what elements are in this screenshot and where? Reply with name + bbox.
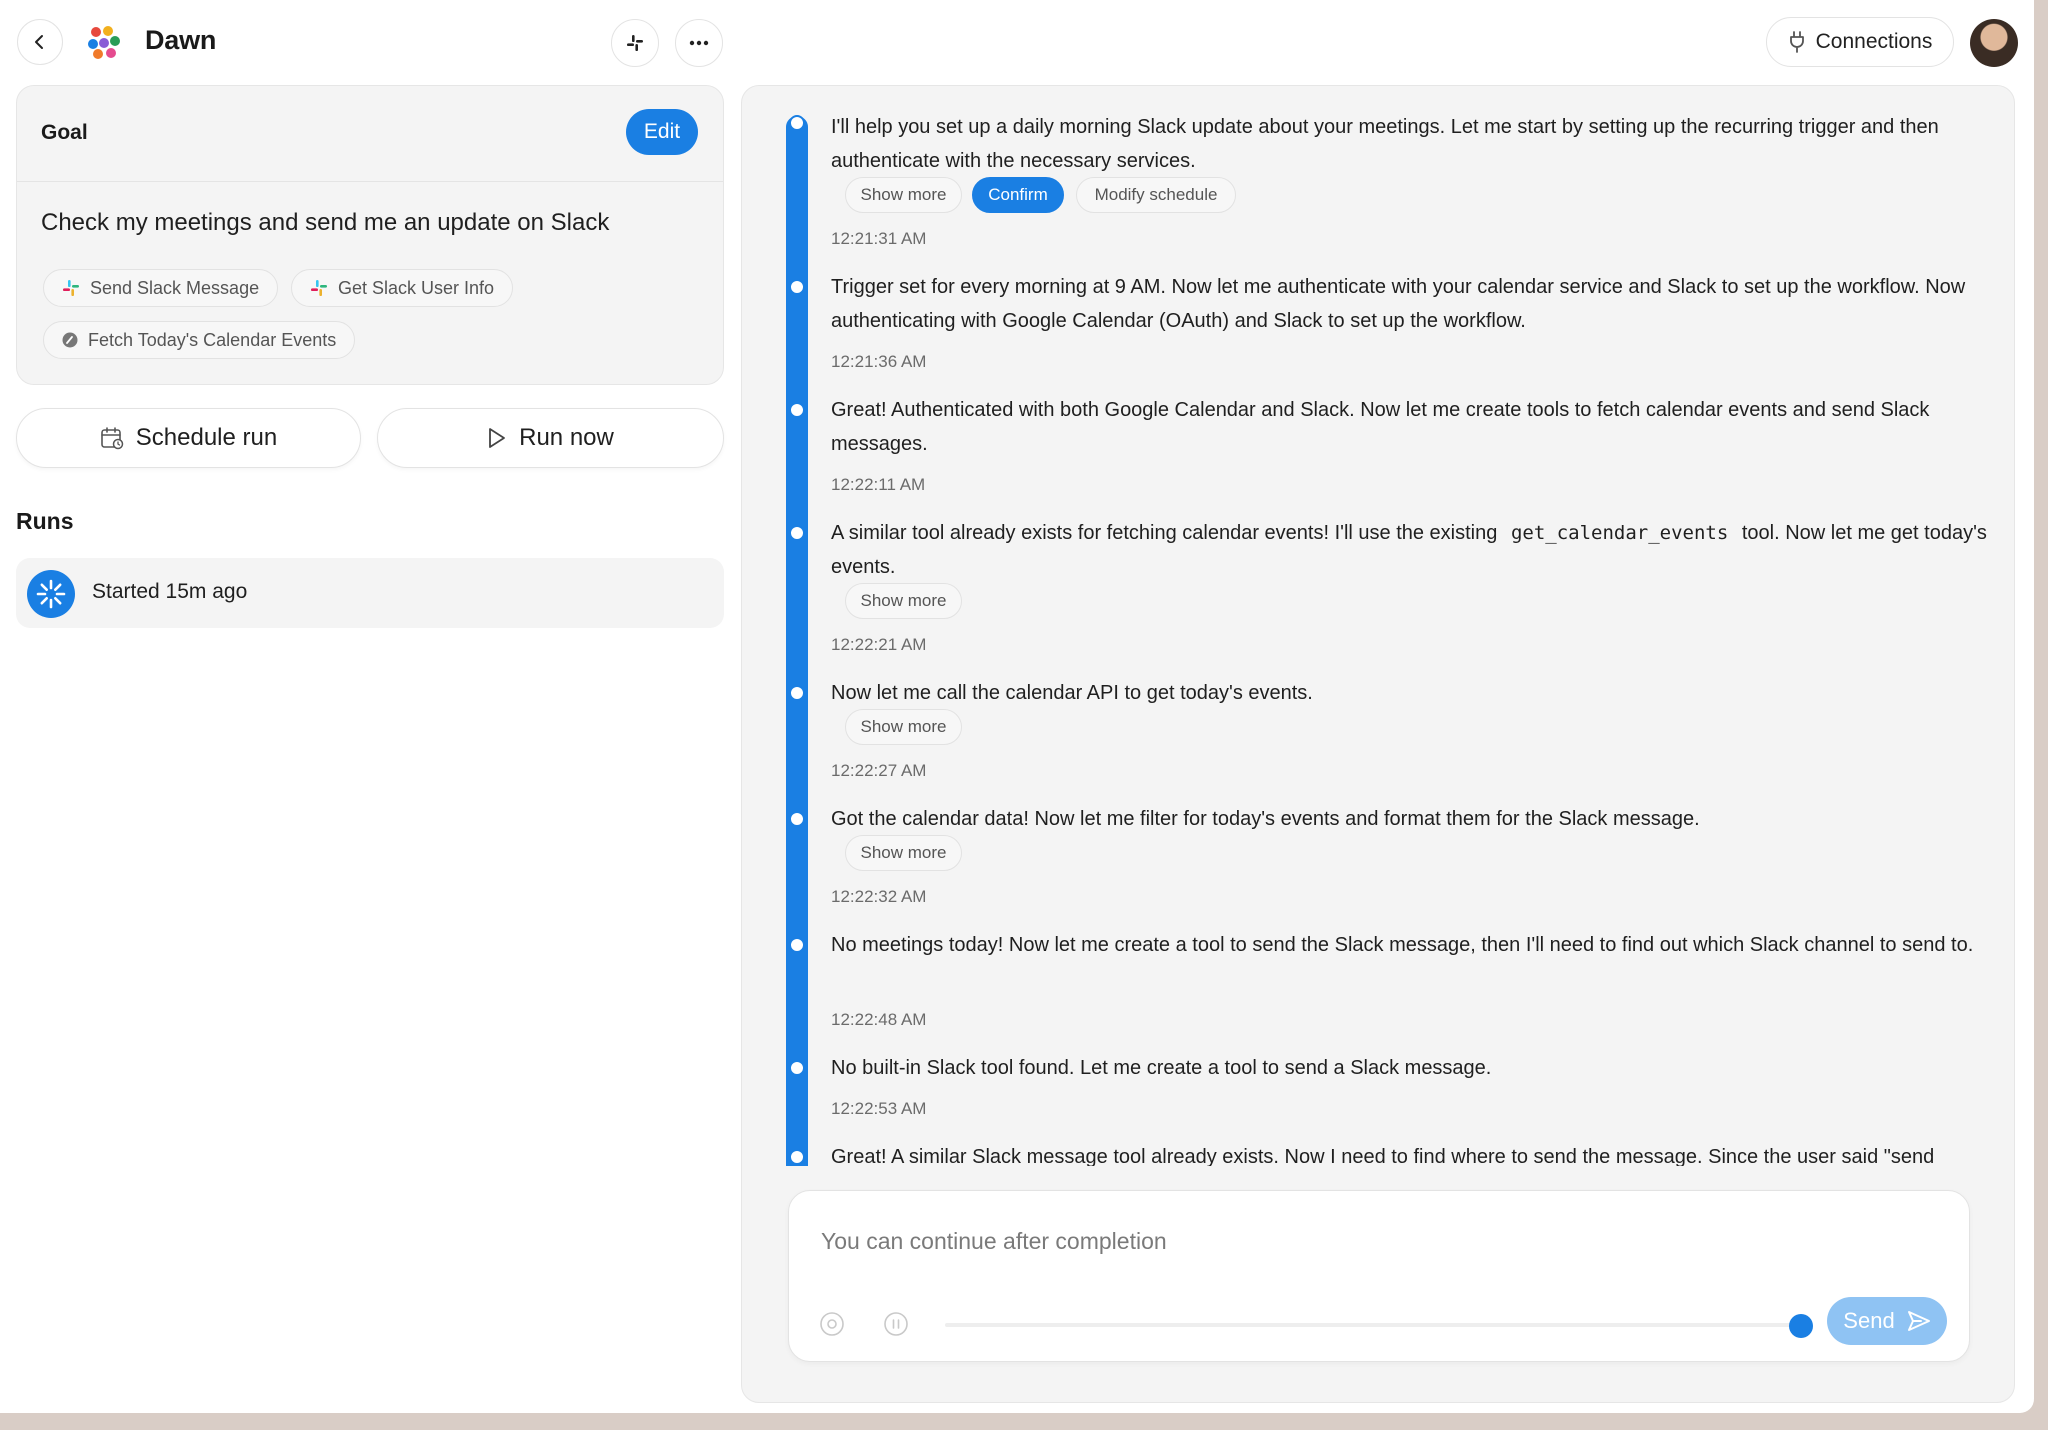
- log-message: Great! Authenticated with both Google Ca…: [831, 399, 1930, 455]
- timeline-dot: [789, 685, 805, 701]
- slack-icon: [627, 35, 643, 51]
- show-more-button[interactable]: Show more: [845, 835, 962, 871]
- timeline-dot: [789, 811, 805, 827]
- slack-icon: [63, 280, 79, 296]
- goal-card: Goal Edit Check my meetings and send me …: [16, 85, 724, 385]
- back-button[interactable]: [17, 19, 63, 65]
- play-icon: [489, 428, 506, 448]
- log-timestamp: 12:22:21 AM: [831, 635, 927, 654]
- send-button[interactable]: Send: [1827, 1297, 1947, 1345]
- send-label: Send: [1843, 1308, 1895, 1333]
- show-more-button[interactable]: Show more: [845, 177, 962, 213]
- run-status: Started 15m ago: [92, 580, 248, 603]
- log-message: Great! A similar Slack message tool alre…: [831, 1146, 1935, 1166]
- log-timestamp: 12:22:53 AM: [831, 1099, 927, 1118]
- log-message: No built-in Slack tool found. Let me cre…: [831, 1057, 1492, 1079]
- log-message: I'll help you set up a daily morning Sla…: [831, 116, 1939, 172]
- chevron-left-icon: [35, 35, 43, 49]
- log-message-text: A similar tool already exists for fetchi…: [831, 522, 1498, 544]
- modify-schedule-button[interactable]: Modify schedule: [1076, 177, 1236, 213]
- log-timestamp: 12:21:31 AM: [831, 229, 927, 248]
- run-now-button[interactable]: Run now: [377, 408, 724, 468]
- message-input[interactable]: [819, 1227, 1923, 1256]
- tool-chip-label: Fetch Today's Calendar Events: [88, 329, 337, 350]
- log-timestamp: 12:22:27 AM: [831, 761, 927, 780]
- confirm-button[interactable]: Confirm: [972, 177, 1064, 213]
- activity-log-panel: I'll help you set up a daily morning Sla…: [741, 85, 2015, 1403]
- message-composer: Send: [788, 1190, 1970, 1362]
- progress-slider-track[interactable]: [945, 1323, 1795, 1327]
- timeline-dot: [789, 937, 805, 953]
- app-title: Dawn: [145, 25, 217, 55]
- log-timestamp: 12:21:36 AM: [831, 352, 927, 371]
- more-horizontal-icon: [689, 40, 709, 46]
- goal-header: Goal Edit: [17, 86, 723, 182]
- log-message: Got the calendar data! Now let me filter…: [831, 808, 1700, 830]
- tool-icon: [62, 332, 78, 348]
- show-more-button[interactable]: Show more: [845, 583, 962, 619]
- stop-icon[interactable]: [819, 1311, 845, 1337]
- show-more-button[interactable]: Show more: [845, 709, 962, 745]
- running-spinner-icon: [27, 570, 75, 618]
- goal-text: Check my meetings and send me an update …: [41, 209, 610, 236]
- edit-goal-button[interactable]: Edit: [626, 109, 698, 155]
- connections-button[interactable]: Connections: [1766, 17, 1954, 67]
- log-timestamp: 12:22:11 AM: [831, 475, 926, 494]
- schedule-run-label: Schedule run: [135, 424, 278, 451]
- timeline-dot: [789, 115, 805, 131]
- schedule-run-button[interactable]: Schedule run: [16, 408, 361, 468]
- tool-chip-get-slack-user-info[interactable]: Get Slack User Info: [291, 269, 514, 307]
- tool-chip-fetch-calendar-events[interactable]: Fetch Today's Calendar Events: [43, 321, 356, 359]
- tool-chip-label: Send Slack Message: [90, 277, 260, 298]
- goal-label: Goal: [41, 121, 88, 144]
- calendar-clock-icon: [100, 427, 124, 450]
- log-message: A similar tool already exists for fetchi…: [831, 516, 1991, 584]
- app-window: Dawn Connections Goal Edit Check my meet…: [0, 0, 2034, 1413]
- run-item[interactable]: Started 15m ago: [16, 558, 724, 628]
- pause-icon[interactable]: [883, 1311, 909, 1337]
- timeline-dot: [789, 402, 805, 418]
- run-now-label: Run now: [519, 424, 614, 451]
- app-logo-icon: [88, 26, 120, 59]
- log-message: Now let me call the calendar API to get …: [831, 682, 1313, 704]
- timeline-dot: [789, 525, 805, 541]
- log-message: No meetings today! Now let me create a t…: [831, 934, 1974, 956]
- plug-icon: [1789, 31, 1804, 53]
- avatar[interactable]: [1970, 19, 2018, 67]
- slack-icon: [311, 280, 327, 296]
- timeline-dot: [789, 1149, 805, 1165]
- tool-name-code: get_calendar_events: [1510, 522, 1729, 544]
- runs-title: Runs: [16, 508, 74, 534]
- timeline-dot: [789, 1060, 805, 1076]
- tool-chip-label: Get Slack User Info: [338, 277, 495, 298]
- slack-button[interactable]: [611, 19, 659, 67]
- timeline-dot: [789, 279, 805, 295]
- log-message: Trigger set for every morning at 9 AM. N…: [831, 276, 1966, 332]
- connections-label: Connections: [1815, 30, 1933, 53]
- log-timestamp: 12:22:32 AM: [831, 887, 927, 906]
- top-bar: Dawn Connections: [0, 0, 2034, 84]
- tool-chip-send-slack-message[interactable]: Send Slack Message: [43, 269, 279, 307]
- progress-slider-handle[interactable]: [1789, 1314, 1813, 1338]
- timeline-bar: [786, 116, 808, 1166]
- more-options-button[interactable]: [675, 19, 723, 67]
- send-arrow-icon: [1907, 1311, 1930, 1331]
- log-timestamp: 12:22:48 AM: [831, 1010, 927, 1029]
- activity-log-scroll[interactable]: I'll help you set up a daily morning Sla…: [742, 86, 2014, 1166]
